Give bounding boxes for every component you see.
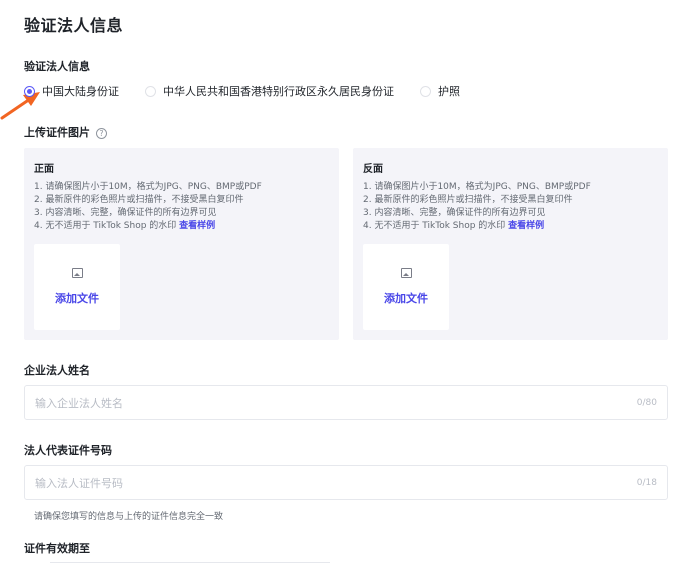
legal-name-char-count: 0/80: [636, 397, 657, 408]
add-file-button-front[interactable]: 添加文件: [34, 244, 120, 330]
upload-note: 2. 最新原件的彩色照片或扫描件，不接受黑白复印件: [363, 195, 573, 205]
radio-mainland-id[interactable]: 中国大陆身份证: [24, 83, 119, 99]
legal-id-input[interactable]: 输入法人证件号码 0/18: [24, 465, 668, 500]
page-title: 验证法人信息: [24, 16, 124, 35]
expiry-label: 证件有效期至: [24, 542, 90, 555]
id-type-radio-group: 中国大陆身份证 中华人民共和国香港特别行政区永久居民身份证 护照: [24, 82, 486, 100]
upload-note-watermark: 4. 无不适用于 TikTok Shop 的水印 查看样例: [363, 220, 658, 233]
legal-name-placeholder: 输入企业法人姓名: [35, 396, 123, 410]
image-icon: [400, 268, 412, 278]
radio-label: 护照: [438, 85, 460, 98]
radio-label: 中华人民共和国香港特别行政区永久居民身份证: [163, 85, 394, 98]
radio-label: 中国大陆身份证: [42, 85, 119, 98]
upload-note: 1. 请确保图片小于10M，格式为JPG、PNG、BMP或PDF: [363, 182, 591, 192]
legal-id-label: 法人代表证件号码: [24, 444, 112, 457]
legal-id-hint: 请确保您填写的信息与上传的证件信息完全一致: [34, 512, 224, 522]
view-sample-link[interactable]: 查看样例: [508, 221, 544, 231]
radio-passport[interactable]: 护照: [420, 83, 460, 99]
add-file-label: 添加文件: [55, 292, 99, 305]
upload-note: 3. 内容清晰、完整，确保证件的所有边界可见: [34, 208, 217, 218]
card-title: 正面: [34, 164, 54, 175]
section-title: 验证法人信息: [24, 60, 90, 73]
legal-name-label: 企业法人姓名: [24, 364, 90, 377]
radio-unselected-icon: [145, 85, 156, 97]
upload-section-title: 上传证件图片?: [24, 124, 107, 140]
add-file-label: 添加文件: [384, 292, 428, 305]
radio-selected-icon: [24, 85, 35, 97]
card-title: 反面: [363, 164, 383, 175]
radio-unselected-icon: [420, 85, 431, 97]
upload-title-text: 上传证件图片: [24, 126, 90, 139]
upload-card-back: 反面 1. 请确保图片小于10M，格式为JPG、PNG、BMP或PDF 2. 最…: [353, 148, 668, 340]
legal-id-char-count: 0/18: [636, 477, 657, 488]
upload-note: 4. 无不适用于 TikTok Shop 的水印: [34, 221, 177, 231]
radio-hk-permanent-id[interactable]: 中华人民共和国香港特别行政区永久居民身份证: [145, 83, 394, 99]
upload-note-watermark: 4. 无不适用于 TikTok Shop 的水印 查看样例: [34, 220, 329, 233]
upload-note: 1. 请确保图片小于10M，格式为JPG、PNG、BMP或PDF: [34, 182, 262, 192]
view-sample-link[interactable]: 查看样例: [179, 221, 215, 231]
upload-note: 2. 最新原件的彩色照片或扫描件，不接受黑白复印件: [34, 195, 244, 205]
upload-card-front: 正面 1. 请确保图片小于10M，格式为JPG、PNG、BMP或PDF 2. 最…: [24, 148, 339, 340]
image-icon: [71, 268, 83, 278]
upload-note: 3. 内容清晰、完整，确保证件的所有边界可见: [363, 208, 546, 218]
upload-note: 4. 无不适用于 TikTok Shop 的水印: [363, 221, 506, 231]
question-circle-icon[interactable]: ?: [96, 127, 107, 139]
expiry-date-field[interactable]: [50, 562, 330, 567]
legal-name-input[interactable]: 输入企业法人姓名 0/80: [24, 385, 668, 420]
legal-id-placeholder: 输入法人证件号码: [35, 476, 123, 490]
add-file-button-back[interactable]: 添加文件: [363, 244, 449, 330]
